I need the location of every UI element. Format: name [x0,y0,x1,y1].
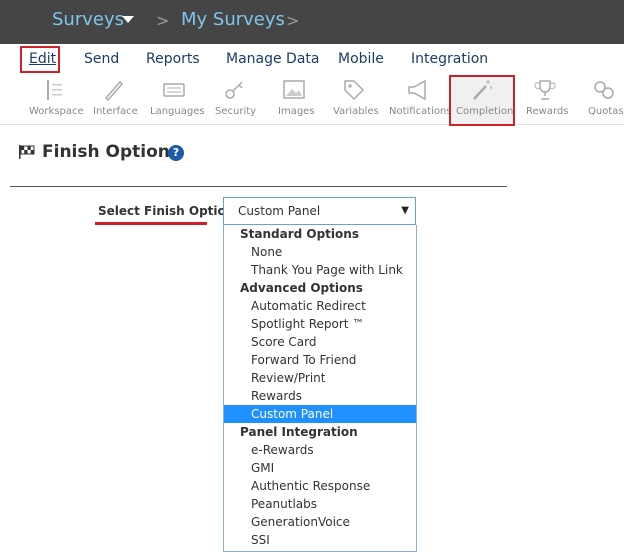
tag-icon [344,80,365,101]
checkered-flag-icon [19,145,35,159]
dropdown-option[interactable]: None [224,243,416,261]
dropdown-option[interactable]: Review/Print [224,369,416,387]
tool-interface[interactable]: Interface [92,76,138,124]
option-group-label: Standard Options [240,227,359,241]
dropdown-option[interactable]: Automatic Redirect [224,297,416,315]
nav-integration[interactable]: Integration [411,51,488,67]
tool-workspace[interactable]: Workspace [28,76,84,124]
tool-languages[interactable]: Languages [148,76,205,124]
tool-label: Quotas [588,106,624,117]
tool-notifications[interactable]: Notifications [388,76,452,124]
breadcrumb-separator: > [286,11,300,30]
dropdown-option[interactable]: Custom Panel [224,405,416,423]
nav-send[interactable]: Send [84,51,119,67]
tool-label: Rewards [526,106,569,117]
select-finish-option-label: Select Finish Option [98,204,235,218]
finish-option-select[interactable]: Custom Panel ▼ [223,197,416,225]
highlight-box [20,46,60,73]
tool-label: Notifications [389,106,452,117]
tool-label: Interface [93,106,138,117]
dropdown-option[interactable]: e-Rewards [224,441,416,459]
link-icon [594,81,614,99]
finish-option-dropdown: Standard Options None Thank You Page with … [223,225,417,552]
tool-rewards[interactable]: Rewards [524,76,568,124]
pen-icon [104,80,124,102]
dropdown-option[interactable]: SSI [224,531,416,549]
tool-label: Security [215,106,257,117]
tool-label: Images [278,106,315,117]
page-title: Finish Options [42,142,180,162]
tool-label: Workspace [29,106,84,117]
tool-label: Variables [333,106,379,117]
chevron-down-icon[interactable] [122,16,134,23]
megaphone-icon [408,79,426,101]
dropdown-arrow-icon: ▼ [401,205,409,216]
option-group-label: Panel Integration [240,425,358,439]
keyboard-icon [163,83,185,97]
tool-quotas[interactable]: Quotas [584,76,624,124]
image-icon [283,80,305,99]
dropdown-option[interactable]: Score Card [224,333,416,351]
nav-mobile[interactable]: Mobile [338,51,384,67]
nav-manage-data[interactable]: Manage Data [226,51,320,67]
workspace-icon [47,80,62,100]
dropdown-option[interactable]: Spotlight Report ™ [224,315,416,333]
tool-images[interactable]: Images [274,76,318,124]
dropdown-option[interactable]: Rewards [224,387,416,405]
dropdown-option[interactable]: Forward To Friend [224,351,416,369]
option-group-label: Advanced Options [240,281,363,295]
breadcrumb-surveys[interactable]: Surveys [52,9,124,30]
breadcrumb-my-surveys[interactable]: My Surveys [181,9,285,30]
divider [10,186,507,187]
help-icon[interactable]: ? [168,145,184,161]
dropdown-option[interactable]: GenerationVoice [224,513,416,531]
breadcrumb-separator: > [156,11,170,30]
select-value: Custom Panel [238,204,321,218]
tool-variables[interactable]: Variables [330,76,379,124]
main-nav: Edit Send Reports Manage Data Mobile Int… [0,44,624,74]
dropdown-option[interactable]: Peanutlabs [224,495,416,513]
dropdown-option[interactable]: Thank You Page with Link [224,261,416,279]
tool-label: Languages [150,106,205,117]
trophy-icon [534,80,556,100]
nav-reports[interactable]: Reports [146,51,200,67]
key-icon [225,81,243,99]
highlight-underline [95,222,207,225]
top-bar: Surveys > My Surveys > [0,0,624,44]
toolbar: Workspace Interface Languages Security I… [0,76,624,125]
dropdown-option[interactable]: GMI [224,459,416,477]
tool-security[interactable]: Security [212,76,256,124]
highlight-box [449,75,515,126]
dropdown-option[interactable]: Authentic Response [224,477,416,495]
